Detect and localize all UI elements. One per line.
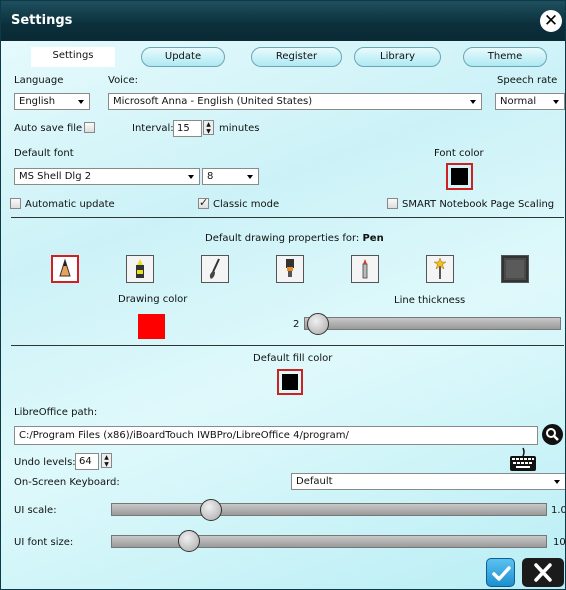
- speech-rate-label: Speech rate: [497, 75, 558, 86]
- tab-theme[interactable]: Theme: [463, 47, 547, 67]
- chevron-down-icon: [78, 100, 84, 104]
- pen-icon: [59, 258, 71, 277]
- drawing-properties-prefix: Default drawing properties for:: [205, 233, 360, 244]
- close-icon: [534, 563, 552, 582]
- classic-mode-checkbox[interactable]: [198, 196, 209, 209]
- chevron-down-icon: [553, 100, 559, 104]
- ui-scale-value: 1.0: [551, 505, 566, 516]
- drawing-color-label: Drawing color: [118, 294, 188, 305]
- keyboard-label: On-Screen Keyboard:: [14, 477, 120, 488]
- divider: [11, 345, 564, 346]
- tab-library[interactable]: Library: [354, 47, 441, 67]
- autosave-label: Auto save file: [14, 123, 83, 134]
- magic-wand-icon: [433, 257, 447, 279]
- tool-pencil[interactable]: [351, 255, 379, 283]
- tab-settings[interactable]: Settings: [31, 47, 115, 67]
- chevron-down-icon: [188, 175, 194, 179]
- font-size-select[interactable]: 8: [202, 168, 259, 185]
- font-color-swatch[interactable]: [446, 163, 473, 190]
- undo-value: 64: [79, 456, 92, 467]
- font-family-select[interactable]: MS Shell Dlg 2: [14, 168, 200, 185]
- highlighter-icon: [136, 259, 144, 278]
- language-value: English: [19, 96, 56, 107]
- tab-update[interactable]: Update: [141, 47, 225, 67]
- ui-font-size-handle[interactable]: [178, 530, 201, 552]
- libreoffice-path-value: C:/Program Files (x86)/iBoardTouch IWBPr…: [19, 430, 349, 441]
- voice-value: Microsoft Anna - English (United States): [113, 96, 313, 107]
- undo-stepper[interactable]: ▲ ▼: [101, 453, 112, 468]
- drawing-color-swatch[interactable]: [138, 314, 165, 339]
- undo-label: Undo levels:: [14, 457, 76, 468]
- pencil-icon: [362, 259, 368, 279]
- voice-label: Voice:: [108, 75, 138, 86]
- ui-font-size-slider[interactable]: [111, 535, 547, 548]
- font-size-value: 8: [207, 171, 214, 182]
- line-thickness-label: Line thickness: [394, 295, 466, 306]
- chevron-down-icon: [554, 480, 560, 484]
- tool-highlighter[interactable]: [126, 255, 154, 283]
- default-font-label: Default font: [14, 148, 74, 159]
- classic-mode-label: Classic mode: [213, 199, 280, 210]
- smart-scaling-label: SMART Notebook Page Scaling: [402, 199, 555, 210]
- tool-texture[interactable]: [501, 255, 529, 283]
- checkmark-icon: [492, 566, 511, 581]
- autosave-checkbox[interactable]: [84, 122, 95, 133]
- tool-brush[interactable]: [201, 255, 229, 283]
- drawing-properties-tool: Pen: [362, 233, 384, 244]
- keyboard-value: Default: [296, 476, 333, 487]
- tool-magic-wand[interactable]: [426, 255, 454, 283]
- close-icon[interactable]: ✕: [540, 10, 562, 32]
- interval-input[interactable]: 15: [173, 120, 202, 137]
- browse-button[interactable]: [542, 424, 563, 445]
- fill-color-label: Default fill color: [253, 353, 333, 364]
- fill-color-fill: [282, 374, 298, 390]
- title-bar: Settings ✕: [1, 1, 565, 41]
- line-thickness-slider[interactable]: [304, 317, 561, 330]
- divider: [11, 217, 564, 218]
- speech-rate-select[interactable]: Normal: [495, 93, 565, 110]
- automatic-update-checkbox[interactable]: [10, 198, 21, 209]
- ui-scale-handle[interactable]: [200, 499, 223, 521]
- tool-marker[interactable]: [276, 255, 304, 283]
- interval-stepper[interactable]: ▲ ▼: [203, 120, 214, 135]
- libreoffice-path-label: LibreOffice path:: [14, 407, 98, 418]
- ui-scale-label: UI scale:: [14, 505, 57, 516]
- window-title: Settings: [11, 13, 73, 28]
- voice-select[interactable]: Microsoft Anna - English (United States): [108, 93, 482, 110]
- language-select[interactable]: English: [14, 93, 90, 110]
- speech-rate-value: Normal: [500, 96, 537, 107]
- settings-window: Settings ✕ Settings Update Register Libr…: [0, 0, 566, 590]
- interval-label: Interval:: [132, 123, 174, 134]
- marker-icon: [286, 259, 294, 277]
- ui-font-size-label: UI font size:: [14, 537, 74, 548]
- font-color-fill: [451, 168, 468, 185]
- keyboard-select[interactable]: Default: [291, 473, 565, 490]
- drawing-properties-heading: Default drawing properties for: Pen: [205, 233, 384, 244]
- interval-unit: minutes: [219, 123, 260, 134]
- font-family-value: MS Shell Dlg 2: [19, 171, 92, 182]
- interval-value: 15: [177, 123, 190, 134]
- libreoffice-path-input[interactable]: C:/Program Files (x86)/iBoardTouch IWBPr…: [14, 426, 538, 445]
- tab-register[interactable]: Register: [251, 47, 342, 67]
- search-icon: [546, 428, 559, 441]
- fill-color-swatch[interactable]: [277, 369, 303, 395]
- line-thickness-value: 2: [293, 319, 300, 330]
- language-label: Language: [14, 75, 64, 86]
- automatic-update-label: Automatic update: [25, 199, 115, 210]
- tool-pen[interactable]: [51, 255, 79, 283]
- undo-input[interactable]: 64: [75, 453, 99, 470]
- texture-icon: [504, 258, 526, 280]
- font-color-label: Font color: [434, 148, 484, 159]
- smart-scaling-checkbox[interactable]: [387, 198, 398, 209]
- ui-scale-slider[interactable]: [111, 503, 547, 516]
- chevron-down-icon: [247, 175, 253, 179]
- cancel-button[interactable]: [522, 558, 564, 587]
- line-thickness-handle[interactable]: [307, 313, 329, 335]
- keyboard-icon[interactable]: [509, 447, 537, 476]
- ui-font-size-value: 10: [553, 537, 566, 548]
- chevron-down-icon: [470, 100, 476, 104]
- ok-button[interactable]: [486, 558, 515, 587]
- brush-icon: [209, 258, 220, 279]
